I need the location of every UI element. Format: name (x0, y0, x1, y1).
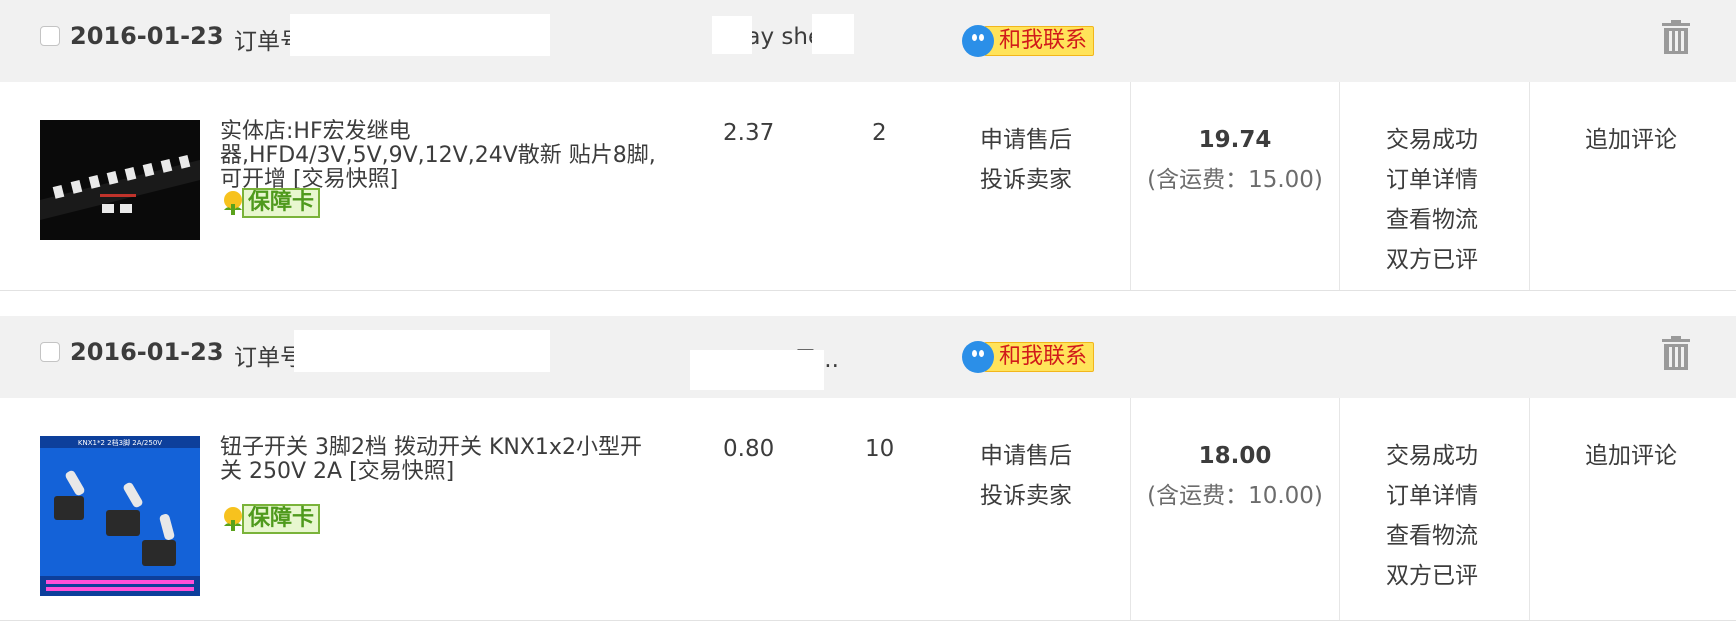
product-title[interactable]: 实体店:HF宏发继电器,HFD4/3V,5V,9V,12V,24V散新 贴片8脚… (220, 120, 660, 192)
shipping-fee: (含运费：15.00) (1147, 167, 1323, 193)
status-links: 交易成功 订单详情 查看物流 双方已评 (1386, 436, 1478, 596)
shipping-fee: (含运费：10.00) (1147, 483, 1323, 509)
product-image[interactable]: KNX1*2 2档3脚 2A/250V (40, 436, 200, 596)
order-total: 19.74 (含运费：15.00) (1130, 120, 1340, 200)
complain-seller-link[interactable]: 投诉卖家 (980, 160, 1072, 200)
view-logistics-link[interactable]: 查看物流 (1386, 200, 1478, 240)
redacted-region (690, 350, 824, 390)
chat-bubble-icon (962, 25, 994, 57)
trash-icon[interactable] (1660, 336, 1692, 370)
chat-bubble-icon (962, 341, 994, 373)
guarantee-card-badge[interactable]: 保障卡 (220, 188, 321, 218)
contact-seller-button[interactable]: 和我联系 (962, 341, 1095, 373)
order-select-checkbox[interactable] (40, 342, 60, 362)
order-number-label: 订单号 (234, 29, 294, 55)
order-header: 2016-01-23 订单号 子... 和我联系 (0, 316, 1736, 399)
total-amount: 18.00 (1198, 443, 1272, 469)
product-image[interactable] (40, 120, 200, 240)
redacted-region (290, 14, 550, 56)
order-number-label: 订单号 (234, 345, 294, 371)
complain-seller-link[interactable]: 投诉卖家 (980, 476, 1072, 516)
service-links: 申请售后 投诉卖家 (980, 120, 1072, 200)
unit-price: 2.37 (723, 120, 775, 146)
total-amount: 19.74 (1198, 127, 1272, 153)
redacted-region (812, 14, 854, 54)
column-divider (1529, 82, 1530, 290)
order-date: 2016-01-23 (70, 22, 224, 50)
redacted-region (712, 16, 752, 54)
order-total: 18.00 (含运费：10.00) (1130, 436, 1340, 516)
trade-success-status: 交易成功 (1386, 127, 1478, 153)
order-details-link[interactable]: 订单详情 (1386, 476, 1478, 516)
both-reviewed-link[interactable]: 双方已评 (1386, 240, 1478, 280)
quantity: 10 (865, 436, 895, 462)
order-item-row: 实体店:HF宏发继电器,HFD4/3V,5V,9V,12V,24V散新 贴片8脚… (0, 82, 1736, 291)
unit-price: 0.80 (723, 436, 775, 462)
guarantee-card-badge[interactable]: 保障卡 (220, 504, 321, 534)
redacted-region (294, 330, 550, 372)
contact-seller-label: 和我联系 (984, 26, 1095, 56)
review-col: 追加评论 (1585, 120, 1677, 160)
contact-seller-button[interactable]: 和我联系 (962, 25, 1095, 57)
column-divider (1529, 398, 1530, 620)
quantity: 2 (872, 120, 887, 146)
trade-success-status: 交易成功 (1386, 443, 1478, 469)
order-item-row: KNX1*2 2档3脚 2A/250V 钮子开关 3脚2档 拨动开关 KNX1x… (0, 398, 1736, 621)
add-review-link[interactable]: 追加评论 (1585, 120, 1677, 160)
service-links: 申请售后 投诉卖家 (980, 436, 1072, 516)
product-title[interactable]: 钮子开关 3脚2档 拨动开关 KNX1x2小型开关 250V 2A [交易快照] (220, 436, 660, 484)
order-details-link[interactable]: 订单详情 (1386, 160, 1478, 200)
guarantee-card-label: 保障卡 (242, 504, 321, 534)
add-review-link[interactable]: 追加评论 (1585, 436, 1677, 476)
guarantee-card-label: 保障卡 (242, 188, 321, 218)
order-header: 2016-01-23 订单号 lay she 和我联系 (0, 0, 1736, 83)
view-logistics-link[interactable]: 查看物流 (1386, 516, 1478, 556)
after-sales-link[interactable]: 申请售后 (980, 436, 1072, 476)
order-select-checkbox[interactable] (40, 26, 60, 46)
status-links: 交易成功 订单详情 查看物流 双方已评 (1386, 120, 1478, 280)
shop-name[interactable]: lay she (740, 24, 822, 50)
trash-icon[interactable] (1660, 20, 1692, 54)
both-reviewed-link[interactable]: 双方已评 (1386, 556, 1478, 596)
contact-seller-label: 和我联系 (984, 342, 1095, 372)
review-col: 追加评论 (1585, 436, 1677, 476)
product-image-caption: KNX1*2 2档3脚 2A/250V (78, 438, 162, 447)
after-sales-link[interactable]: 申请售后 (980, 120, 1072, 160)
order-date: 2016-01-23 (70, 338, 224, 366)
